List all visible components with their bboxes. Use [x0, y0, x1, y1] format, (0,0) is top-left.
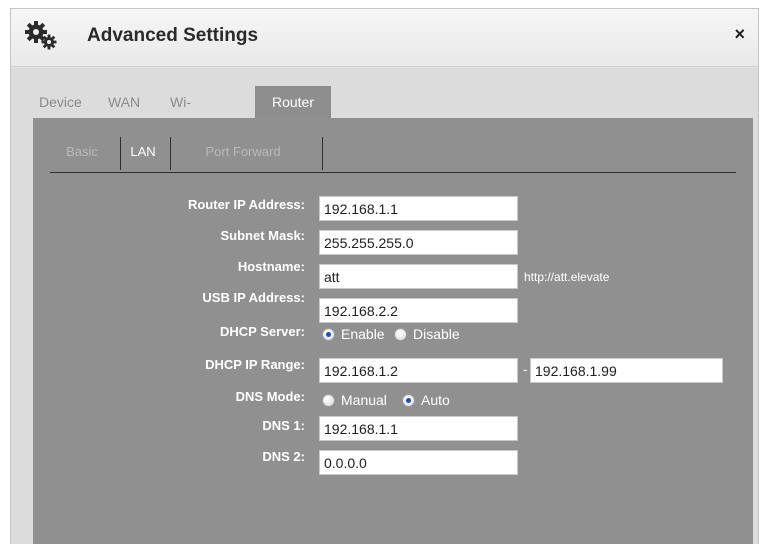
usb-ip-input[interactable]	[319, 298, 518, 323]
subtab-basic[interactable]: Basic	[50, 134, 114, 170]
tab-wifi[interactable]: Wi-Fi	[170, 86, 191, 142]
router-panel: Basic LAN Port Forward Router IP Address…	[33, 118, 753, 544]
gears-icon	[25, 21, 57, 50]
dns1-input[interactable]	[319, 416, 518, 441]
dhcp-disable-radio[interactable]	[394, 328, 407, 341]
dns-auto-label[interactable]: Auto	[421, 392, 450, 408]
hostname-url-hint: http://att.elevate	[524, 270, 610, 284]
subnet-mask-label: Subnet Mask:	[220, 228, 305, 243]
dns-manual-radio[interactable]	[322, 394, 335, 407]
advanced-settings-dialog: Advanced Settings × Device WAN Wi-Fi Rou…	[10, 8, 759, 544]
dhcp-enable-radio[interactable]	[322, 328, 335, 341]
dhcp-range-label: DHCP IP Range:	[205, 357, 305, 372]
dns-auto-radio[interactable]	[402, 394, 415, 407]
dns2-input[interactable]	[319, 450, 518, 475]
usb-ip-label: USB IP Address:	[202, 290, 305, 305]
range-separator: -	[523, 361, 528, 377]
dns-mode-label: DNS Mode:	[235, 389, 305, 404]
dns2-label: DNS 2:	[262, 449, 305, 464]
tab-device[interactable]: Device	[39, 86, 82, 118]
hostname-input[interactable]	[319, 264, 518, 289]
close-button[interactable]: ×	[734, 24, 745, 45]
dhcp-disable-label[interactable]: Disable	[413, 326, 460, 342]
dialog-body: Device WAN Wi-Fi Router Basic LAN Port F…	[11, 68, 758, 544]
tab-router[interactable]: Router	[255, 86, 331, 118]
subnet-mask-input[interactable]	[319, 230, 518, 255]
dns-manual-label[interactable]: Manual	[341, 392, 387, 408]
subtab-underline	[50, 172, 736, 173]
hostname-label: Hostname:	[237, 259, 305, 274]
title-bar: Advanced Settings ×	[11, 9, 758, 67]
subtab-divider	[322, 137, 323, 170]
subtab-lan[interactable]: LAN	[121, 134, 165, 170]
dhcp-server-label: DHCP Server:	[219, 324, 305, 339]
dns1-label: DNS 1:	[262, 418, 305, 433]
dhcp-range-start-input[interactable]	[319, 358, 518, 383]
dhcp-range-end-input[interactable]	[530, 358, 723, 383]
dialog-title: Advanced Settings	[87, 25, 259, 46]
tab-wan[interactable]: WAN	[108, 86, 140, 118]
router-ip-label: Router IP Address:	[187, 197, 305, 212]
subtab-port-forward[interactable]: Port Forward	[171, 134, 315, 170]
router-ip-input[interactable]	[319, 196, 518, 221]
dhcp-enable-label[interactable]: Enable	[341, 326, 385, 342]
